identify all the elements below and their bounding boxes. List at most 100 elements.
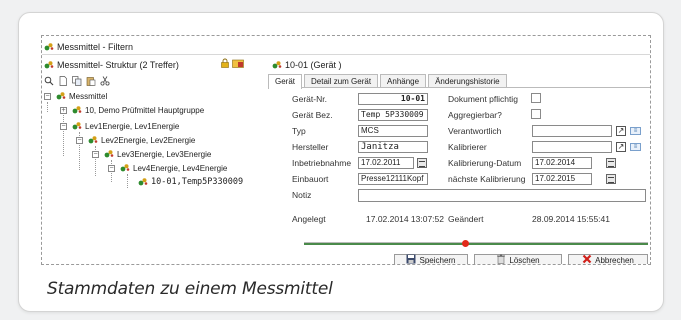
tree-node-selected[interactable]: 10-01,Temp5P330009 [138,176,243,188]
tree-node-label: Lev4Energie, Lev4Energie [133,163,228,173]
hersteller-label: Hersteller [292,142,329,152]
collapse-toggle[interactable]: − [44,92,51,100]
tree-node[interactable]: − Lev1Energie, Lev1Energie [60,120,179,132]
verantwortlich-label: Verantwortlich [448,126,502,136]
tab-anhaenge[interactable]: Anhänge [380,74,427,87]
kalibrierung-datum-field[interactable]: 17.02.2014 [532,157,592,169]
expand-toggle[interactable]: + [60,106,67,114]
window-title: Messmittel - Filtern [57,42,134,52]
splitter-bar[interactable] [304,243,648,245]
detail-title: 10-01 (Gerät ) [285,60,342,70]
cancel-label: Abbrechen [595,256,634,265]
structure-icons [220,58,244,70]
save-icon [406,254,416,264]
delete-button[interactable]: Löschen [474,254,562,265]
inbetriebnahme-label: Inbetriebnahme [292,158,352,168]
save-button[interactable]: Speichern [394,254,468,265]
typ-field[interactable]: MCS [358,125,428,137]
tree-node-label: Lev2Energie, Lev2Energie [101,135,196,145]
figure-caption: Stammdaten zu einem Messmittel [47,279,333,299]
trash-icon [496,254,506,264]
angelegt-label: Angelegt [292,214,326,224]
naechste-kalibrierung-label: nächste Kalibrierung [448,174,526,184]
detail-header: 10-01 (Gerät ) [272,58,342,72]
aggregierbar-checkbox[interactable] [531,109,541,119]
address-book-icon[interactable]: ≡ [630,127,641,135]
device-icon [272,60,282,70]
tree-connector [127,174,128,188]
device-icon [72,121,82,131]
dokument-pflichtig-checkbox[interactable] [531,93,541,103]
open-arrow-icon[interactable]: ↗ [616,142,626,152]
tab-detail[interactable]: Detail zum Gerät [304,74,379,87]
delete-label: Löschen [509,256,540,265]
notiz-label: Notiz [292,190,312,200]
device-icon [44,60,54,70]
tab-aenderungshistorie[interactable]: Änderungshistorie [428,74,507,87]
notiz-field[interactable] [358,189,646,202]
kalibrierer-label: Kalibrierer [448,142,487,152]
calendar-icon[interactable] [606,158,616,168]
geraet-nr-field[interactable]: 10-01 [358,93,428,105]
tree-node-label: Lev3Energie, Lev3Energie [117,149,212,159]
tree-node-label: Lev1Energie, Lev1Energie [85,121,180,131]
paste-icon[interactable] [86,76,96,86]
geraet-nr-label: Gerät-Nr. [292,94,327,104]
calendar-icon[interactable] [417,158,427,168]
close-icon [582,254,592,264]
tree-node[interactable]: − Messmittel [44,90,107,102]
device-icon [88,135,98,145]
hersteller-field[interactable]: Janitza [358,141,428,153]
tab-geraet[interactable]: Gerät [268,74,303,89]
aggregierbar-label: Aggregierbar? [448,110,502,120]
tree-node-label: 10, Demo Prüfmittel Hauptgruppe [85,105,205,115]
geraet-bez-field[interactable]: Temp 5P330009 [358,109,428,121]
tree-node-label: 10-01,Temp5P330009 [151,177,244,187]
collapse-toggle[interactable]: − [76,136,83,144]
device-icon [104,149,114,159]
geaendert-value: 28.09.2014 15:55:41 [532,214,610,224]
title-separator [42,54,650,55]
einbauort-label: Einbauort [292,174,329,184]
structure-tree: − Messmittel + 10, Demo Prüfmittel Haupt… [42,90,268,240]
open-arrow-icon[interactable]: ↗ [616,126,626,136]
naechste-kalibrierung-field[interactable]: 17.02.2015 [532,173,592,185]
tree-node[interactable]: − Lev2Energie, Lev2Energie [76,134,195,146]
tree-node[interactable]: − Lev4Energie, Lev4Energie [108,162,227,174]
device-icon [120,163,130,173]
app-screenshot: Messmittel - Filtern Messmittel- Struktu… [41,35,651,265]
device-icon [138,177,148,187]
typ-label: Typ [292,126,306,136]
kalibrierung-datum-label: Kalibrierung-Datum [448,158,522,168]
collapse-toggle[interactable]: − [60,122,67,130]
splitter-handle[interactable] [462,240,469,247]
search-icon[interactable] [44,76,54,86]
tree-toolbar [44,76,110,88]
collapse-toggle[interactable]: − [108,164,115,172]
verantwortlich-field[interactable] [532,125,612,137]
device-icon [44,42,54,52]
new-document-icon[interactable] [58,76,68,86]
inbetriebnahme-field[interactable]: 17.02.2011 [358,157,414,169]
collapse-toggle[interactable]: − [92,150,99,158]
calendar-icon[interactable] [606,174,616,184]
folder-icon[interactable] [232,58,244,70]
screenshot-card: Messmittel - Filtern Messmittel- Struktu… [18,12,664,312]
tree-connector [47,102,48,112]
structure-label: Messmittel- Struktur (2 Treffer) [57,60,179,70]
dokument-pflichtig-label: Dokument pflichtig [448,94,518,104]
lock-icon[interactable] [220,58,230,70]
cancel-button[interactable]: Abbrechen [568,254,648,265]
tree-node[interactable]: + 10, Demo Prüfmittel Hauptgruppe [60,104,204,116]
cut-icon[interactable] [100,76,110,86]
copy-icon[interactable] [72,76,82,86]
tree-node-label: Messmittel [69,91,108,101]
angelegt-value: 17.02.2014 13:07:52 [366,214,444,224]
save-label: Speichern [419,256,456,265]
einbauort-field[interactable]: Presse12111Kopf [358,173,428,185]
geaendert-label: Geändert [448,214,484,224]
address-book-icon[interactable]: ≡ [630,143,641,151]
device-icon [72,105,82,115]
tree-node[interactable]: − Lev3Energie, Lev3Energie [92,148,211,160]
kalibrierer-field[interactable] [532,141,612,153]
